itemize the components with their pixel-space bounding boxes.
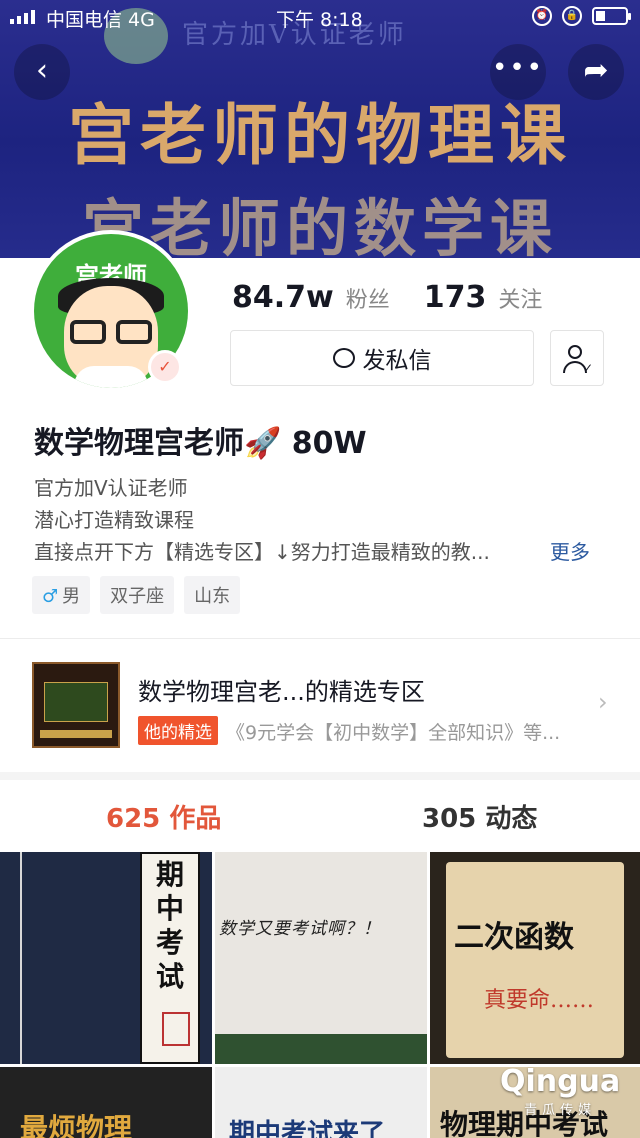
status-time: 下午 8:18 bbox=[276, 9, 363, 31]
bio-line: 直接点开下方【精选专区】↓努力打造最精致的教... bbox=[34, 540, 490, 564]
profile-tags: ♂ 男 双子座 山东 bbox=[32, 576, 241, 614]
carrier-label: 中国电信 4G bbox=[46, 9, 155, 31]
followers-label[interactable]: 粉丝 bbox=[346, 282, 390, 314]
video-caption: 期中考试 bbox=[155, 858, 184, 993]
featured-badge: 他的精选 bbox=[138, 716, 218, 745]
watermark-logo: Qingua 青瓜传媒 bbox=[500, 1064, 621, 1118]
bio-line: 官方加V认证老师 bbox=[34, 476, 188, 500]
bio-line: 潜心打造精致课程 bbox=[34, 508, 194, 532]
zodiac-tag: 双子座 bbox=[100, 576, 175, 614]
video-subcaption: 真要命…… bbox=[484, 988, 595, 1013]
person-icon bbox=[568, 345, 582, 359]
featured-thumbnail bbox=[32, 662, 120, 748]
video-caption: 数学又要考试啊？！ bbox=[219, 919, 381, 939]
followers-count[interactable]: 84.7w bbox=[232, 280, 334, 315]
send-message-button[interactable]: 发私信 bbox=[230, 330, 534, 386]
stamp-icon bbox=[162, 1012, 190, 1046]
video-thumbnail[interactable]: 最烦物理 bbox=[0, 1067, 212, 1138]
section-gap bbox=[0, 772, 640, 780]
video-thumbnail[interactable]: 数学又要考试啊？！ bbox=[215, 852, 427, 1064]
follow-user-button[interactable]: ✓ bbox=[550, 330, 604, 386]
tab-works[interactable]: 625 作品 bbox=[106, 798, 221, 835]
location-tag: 山东 bbox=[184, 576, 241, 614]
profile-name: 数学物理宫老师🚀 80W bbox=[34, 426, 367, 461]
video-thumbnail[interactable]: 期中考试来了 bbox=[215, 1067, 427, 1138]
back-button[interactable]: ‹ bbox=[14, 44, 70, 100]
share-button[interactable]: ➦ bbox=[568, 44, 624, 100]
profile-banner: 官方加V认证老师 宫老师的物理课 宫老师的数学课 bbox=[0, 0, 640, 258]
video-caption: 最烦物理 bbox=[20, 1112, 133, 1138]
featured-description: 《9元学会【初中数学】全部知识》等... bbox=[226, 722, 561, 744]
expand-bio-link[interactable]: 更多 bbox=[550, 536, 590, 565]
profile-stats: 84.7w 粉丝 173 关注 bbox=[232, 280, 564, 315]
chat-bubble-icon bbox=[332, 348, 355, 368]
divider bbox=[0, 638, 640, 639]
send-message-label: 发私信 bbox=[362, 348, 432, 374]
video-thumbnail[interactable]: 期中考试 bbox=[0, 852, 212, 1064]
male-icon: ♂ bbox=[42, 586, 59, 607]
rotation-lock-icon: 🔒 bbox=[562, 6, 582, 26]
gender-tag: ♂ 男 bbox=[32, 576, 91, 614]
video-caption: 二次函数 bbox=[454, 920, 574, 955]
video-thumbnail[interactable]: 二次函数 真要命…… bbox=[430, 852, 640, 1064]
verified-badge-icon: ✓ bbox=[148, 350, 182, 384]
more-options-button[interactable]: ••• bbox=[490, 44, 546, 100]
tab-dynamic[interactable]: 305 动态 bbox=[422, 798, 537, 835]
following-label[interactable]: 关注 bbox=[498, 282, 542, 314]
chevron-right-icon: › bbox=[598, 688, 608, 716]
signal-icon bbox=[10, 10, 35, 24]
status-bar: 中国电信 4G 下午 8:18 ⏰ 🔒 bbox=[0, 0, 640, 34]
alarm-icon: ⏰ bbox=[532, 6, 552, 26]
featured-section[interactable]: 数学物理宫老...的精选专区 他的精选 《9元学会【初中数学】全部知识》等...… bbox=[0, 640, 640, 772]
following-count[interactable]: 173 bbox=[424, 280, 487, 315]
video-caption: 期中考试来了 bbox=[229, 1119, 386, 1138]
content-tabs: 625 作品 305 动态 bbox=[0, 780, 640, 852]
battery-icon bbox=[592, 7, 631, 25]
featured-title: 数学物理宫老...的精选专区 bbox=[138, 678, 425, 706]
banner-title-physics: 宫老师的物理课 bbox=[68, 96, 572, 174]
